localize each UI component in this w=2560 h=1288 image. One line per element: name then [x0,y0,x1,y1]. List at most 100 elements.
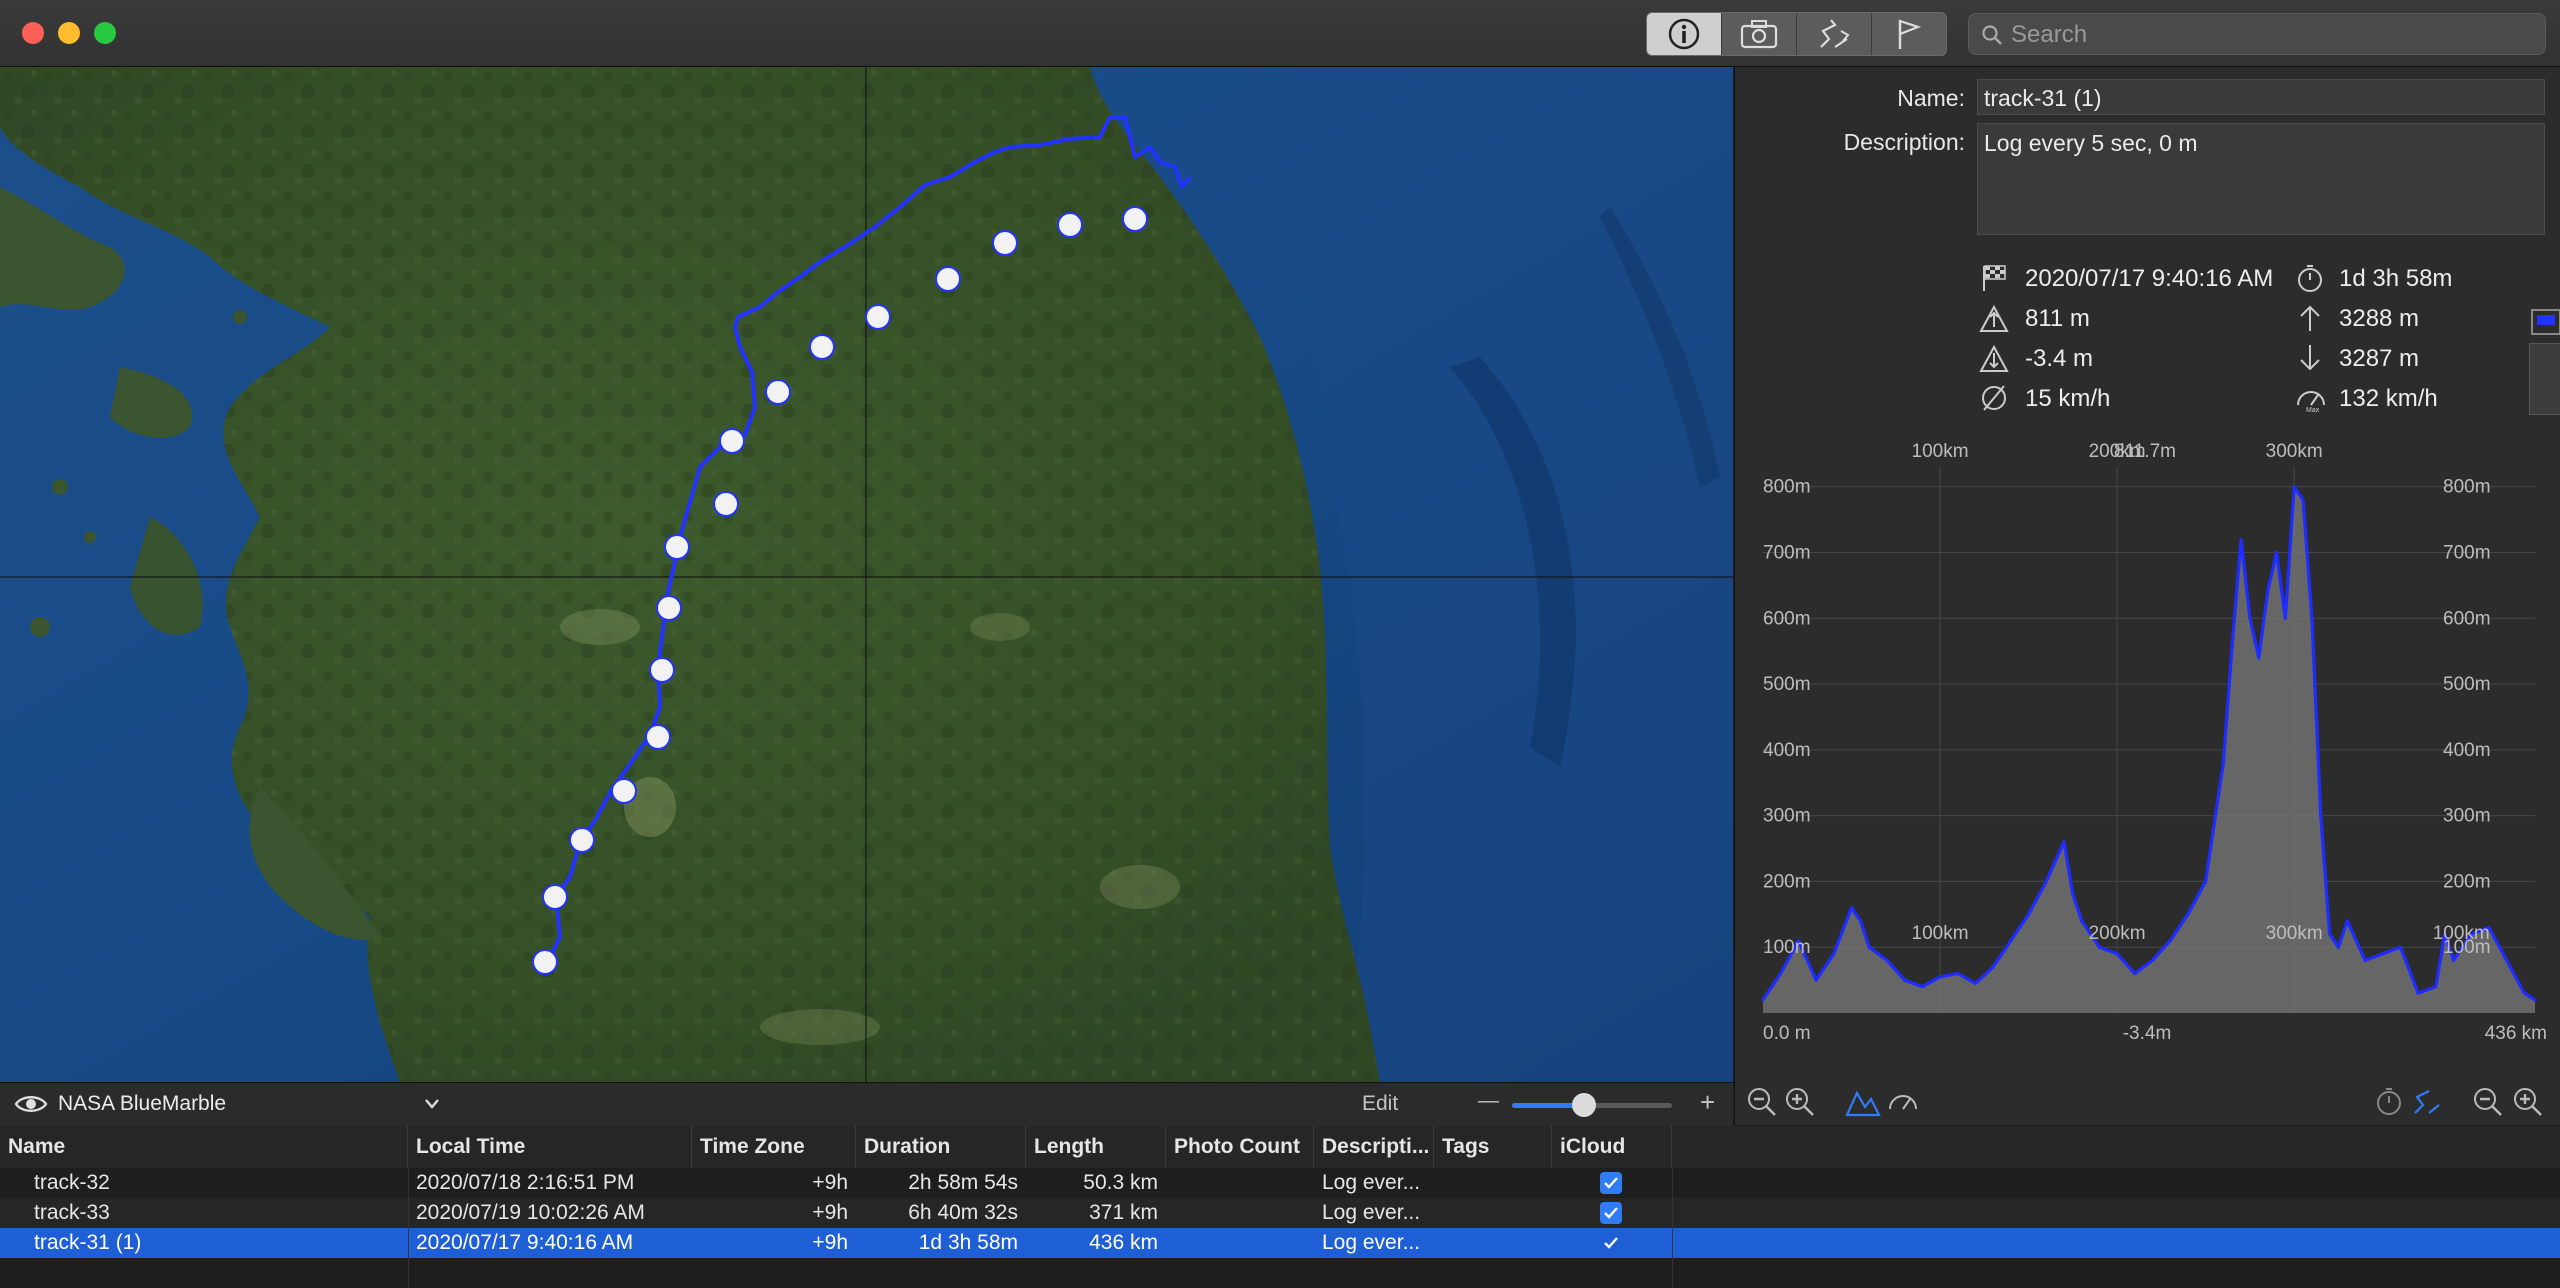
map-layer-select[interactable]: NASA BlueMarble [58,1092,226,1116]
eye-icon[interactable] [14,1093,48,1115]
zoom-out-icon[interactable] [2471,1085,2505,1119]
elevation-point [2044,879,2048,884]
elevation-point [1858,919,1862,923]
tab-photos[interactable] [1722,13,1797,55]
elevation-point [2283,616,2287,620]
column-header-photo-count[interactable]: Photo Count [1166,1126,1314,1168]
peak-label: 811.7m [2114,441,2176,462]
icloud-checkbox[interactable] [1600,1172,1622,1194]
column-header-icloud[interactable]: iCloud [1552,1126,1672,1168]
column-header-tags[interactable]: Tags [1434,1126,1552,1168]
elevation-point [1832,952,1836,956]
elevation-point [2292,485,2296,489]
elevation-point [2274,550,2279,555]
checkmark-icon [1604,1207,1618,1219]
zoom-window-button[interactable] [94,22,116,44]
elevation-point [2310,616,2314,620]
y-tick-label-right: 800m [2443,477,2491,498]
elevation-point [2168,939,2172,943]
timer-icon[interactable] [2373,1085,2405,1117]
cell-time-zone: +9h [812,1231,848,1254]
search-field[interactable] [1968,13,2546,56]
elevation-point [2533,998,2537,1002]
table-row-selected[interactable]: track-31 (1) 2020/07/17 9:40:16 AM +9h 1… [0,1228,2560,1258]
elevation-point [1761,998,1765,1002]
zoom-slider-knob[interactable] [1572,1093,1596,1117]
minimize-window-button[interactable] [58,22,80,44]
column-header-time-zone[interactable]: Time Zone [692,1126,856,1168]
zoom-slider[interactable] [1512,1093,1672,1117]
elevation-chart[interactable]: 100m 100m200m 200m300m 300m400m 400m500m 500m… [1735,427,2560,1077]
zoom-out-icon[interactable] [1745,1085,1779,1119]
tab-info[interactable] [1647,13,1722,55]
search-input[interactable] [2009,14,2533,56]
column-header-duration[interactable]: Duration [856,1126,1026,1168]
speed-icon[interactable] [1887,1087,1919,1115]
column-header-length[interactable]: Length [1026,1126,1166,1168]
elevation-point [1956,971,1960,976]
color-swatch[interactable] [2531,309,2560,335]
elevation-point [2381,952,2385,956]
min-elevation: -3.4 m [2025,345,2094,372]
zoom-out-button[interactable]: — [1478,1089,1499,1113]
description-field[interactable]: Log every 5 sec, 0 m [1977,123,2545,235]
elevation-point [2071,892,2075,897]
tab-tracks[interactable] [1797,13,1872,55]
table-row[interactable]: track-33 2020/07/19 10:02:26 AM +9h 6h 4… [0,1198,2560,1228]
distance-icon[interactable] [2411,1085,2443,1117]
camera-icon [1740,20,1778,49]
elevation-point [2363,958,2367,962]
column-header-name[interactable]: Name [0,1126,408,1168]
satellite-map[interactable] [0,67,1733,1082]
average-speed: 15 km/h [2025,385,2111,412]
close-window-button[interactable] [22,22,44,44]
cell-time-zone: +9h [812,1201,848,1224]
min-elevation-icon [1979,344,2009,372]
elevation-point [2416,991,2420,995]
elevation-line [1761,485,2536,1002]
y-tick-label-left: 600m [1763,608,1811,629]
y-tick-label-left: 100m [1763,937,1811,958]
cell-length: 371 km [1089,1201,1158,1224]
map-view[interactable] [0,67,1733,1082]
icloud-checkbox[interactable] [1600,1232,1622,1254]
start-time: 2020/07/17 9:40:16 AM [2025,265,2274,292]
icloud-checkbox[interactable] [1600,1202,1622,1224]
flag-icon [1898,19,1922,49]
zoom-in-icon[interactable] [1783,1085,1817,1119]
panel-scrollbar[interactable] [2529,343,2560,415]
inspector-tab-group [1646,12,1947,56]
cell-local-time: 2020/07/19 10:02:26 AM [416,1201,645,1224]
y-tick-label-left: 500m [1763,674,1811,695]
name-field[interactable]: track-31 (1) [1977,79,2545,115]
tab-waypoints[interactable] [1872,13,1946,55]
elevation-point [1903,978,1907,982]
elevation-point [1867,945,1871,949]
cell-photo-count [1166,1168,1314,1198]
elevation-icon[interactable] [1845,1087,1881,1117]
cell-local-time: 2020/07/17 9:40:16 AM [416,1231,634,1254]
column-header-local-time[interactable]: Local Time [408,1126,692,1168]
max-elevation: 811 m [2025,305,2090,332]
end-label: 436 km [2485,1023,2547,1044]
y-tick-label-left: 800m [1763,477,1811,498]
cell-description: Log ever... [1322,1201,1421,1224]
cell-description: Log ever... [1322,1171,1421,1194]
zoom-in-icon[interactable] [2511,1085,2545,1119]
elevation-point [2266,590,2270,594]
cell-name: track-32 [34,1171,110,1194]
column-divider [408,1168,409,1288]
duration: 1d 3h 58m [2339,265,2453,292]
table-row[interactable]: track-32 2020/07/18 2:16:51 PM +9h 2h 58… [0,1168,2560,1198]
zoom-in-button[interactable]: + [1700,1087,1715,1118]
min-label: -3.4m [2123,1023,2172,1044]
chevron-down-icon[interactable] [424,1097,440,1111]
y-tick-label-right: 200m [2443,871,2491,892]
cell-duration: 1d 3h 58m [918,1231,1018,1254]
elevation-point [2026,912,2031,916]
start-label: 0.0 m [1763,1023,1811,1044]
cell-length: 50.3 km [1083,1171,1158,1194]
elevation-point [2097,945,2102,949]
column-header-description[interactable]: Descripti... [1314,1126,1434,1168]
edit-button[interactable]: Edit [1362,1092,1398,1116]
